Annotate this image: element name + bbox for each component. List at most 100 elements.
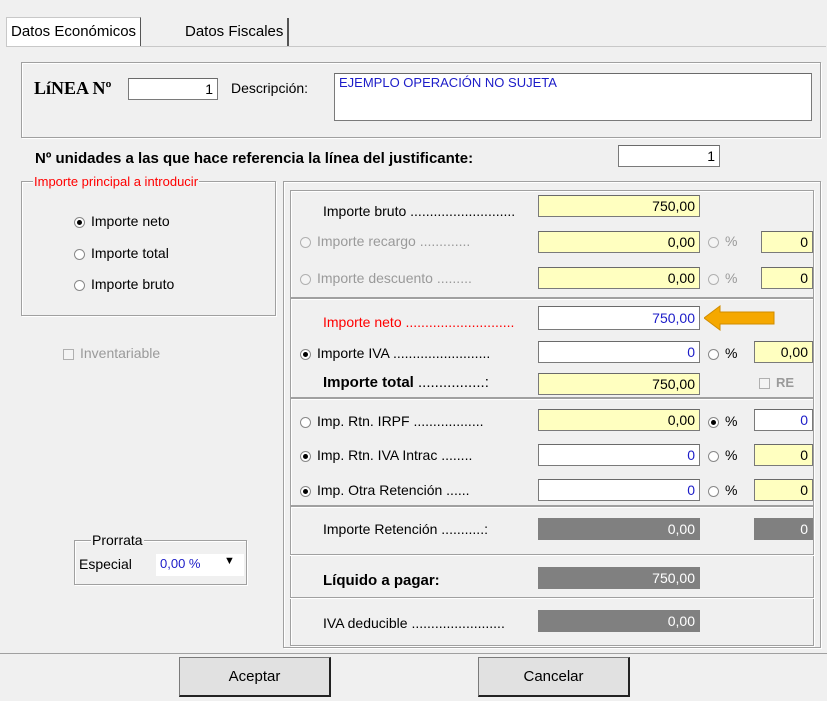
prorrata-select[interactable]: 0,00 % ▼ <box>156 554 244 576</box>
importe-total-label: Importe total ................: <box>323 374 489 391</box>
pct-label: % <box>725 233 738 249</box>
importe-iva-label: Importe IVA <box>317 345 390 361</box>
iva-deducible-text: IVA deducible <box>323 615 408 631</box>
prorrata-legend: Prorrata <box>91 532 144 548</box>
radio-indicator <box>300 416 311 428</box>
radio-iva-pct[interactable]: % <box>708 345 737 361</box>
importe-neto-field[interactable]: 750,00 <box>538 306 700 330</box>
tab-datos-fiscales[interactable]: Datos Fiscales <box>181 18 290 46</box>
importe-neto-text: Importe neto <box>323 314 402 330</box>
radio-rtn-iva-intrac[interactable]: Imp. Rtn. IVA Intrac ........ <box>300 447 472 463</box>
descripcion-field[interactable]: EJEMPLO OPERACIÓN NO SUJETA <box>334 73 812 121</box>
liquido-label: Líquido a pagar: <box>323 572 440 589</box>
radio-indicator <box>708 236 719 248</box>
importe-descuento-label: Importe descuento <box>317 270 433 286</box>
rtn-iva-intrac-label: Imp. Rtn. IVA Intrac <box>317 447 438 463</box>
re-label: RE <box>776 375 795 390</box>
importe-iva-field[interactable]: 0 <box>538 341 700 363</box>
cancelar-button[interactable]: Cancelar <box>478 657 630 697</box>
radio-rtn-irpf[interactable]: Imp. Rtn. IRPF .................. <box>300 413 483 429</box>
unidades-label: Nº unidades a las que hace referencia la… <box>35 150 474 167</box>
importe-recargo-label: Importe recargo <box>317 233 416 249</box>
importe-bruto-label: Importe bruto ..........................… <box>323 203 516 219</box>
radio-intrac-pct[interactable]: % <box>708 447 737 463</box>
intrac-pct-field[interactable]: 0 <box>754 444 813 466</box>
importe-principal-legend: Importe principal a introducir <box>33 174 200 189</box>
radio-indicator <box>708 416 719 428</box>
checkbox-box <box>759 378 770 390</box>
recargo-pct-field[interactable]: 0 <box>761 231 813 253</box>
radio-indicator <box>74 248 85 260</box>
rtn-irpf-label: Imp. Rtn. IRPF <box>317 413 410 429</box>
checkbox-box <box>63 348 74 360</box>
pct-label: % <box>725 447 738 463</box>
radio-indicator <box>300 236 311 248</box>
radio-indicator <box>74 279 85 291</box>
linea-number-field[interactable]: 1 <box>128 78 218 100</box>
radio-indicator <box>74 216 85 228</box>
retencion-pct-field: 0 <box>754 518 813 540</box>
liquido-field: 750,00 <box>538 567 700 589</box>
radio-importe-iva[interactable]: Importe IVA ......................... <box>300 345 490 361</box>
radio-importe-total[interactable]: Importe total <box>74 245 169 261</box>
arrow-left-icon <box>704 305 775 331</box>
importe-total-field[interactable]: 750,00 <box>538 373 700 395</box>
radio-indicator <box>300 485 311 497</box>
aceptar-button[interactable]: Aceptar <box>179 657 331 697</box>
importe-retencion-field: 0,00 <box>538 518 700 540</box>
radio-importe-neto-label: Importe neto <box>91 213 170 229</box>
importe-neto-label: Importe neto ...........................… <box>323 314 515 330</box>
radio-indicator <box>300 273 311 285</box>
importe-recargo-field[interactable]: 0,00 <box>538 231 700 253</box>
inventariable-checkbox[interactable]: Inventariable <box>63 345 160 361</box>
prorrata-especial-label: Especial <box>79 556 132 572</box>
importe-descuento-field[interactable]: 0,00 <box>538 267 700 289</box>
descuento-pct-field[interactable]: 0 <box>761 267 813 289</box>
importe-bruto-text: Importe bruto <box>323 203 407 219</box>
radio-indicator <box>708 450 719 462</box>
radio-importe-recargo[interactable]: Importe recargo ............. <box>300 233 470 249</box>
rtn-irpf-field[interactable]: 0,00 <box>538 409 700 431</box>
radio-importe-bruto[interactable]: Importe bruto <box>74 276 174 292</box>
descripcion-label: Descripción: <box>231 80 309 96</box>
radio-importe-neto[interactable]: Importe neto <box>74 213 170 229</box>
unidades-field[interactable]: 1 <box>618 145 720 167</box>
iva-pct-field[interactable]: 0,00 <box>754 341 813 363</box>
pct-label: % <box>725 482 738 498</box>
re-checkbox[interactable]: RE <box>759 375 794 390</box>
otra-retencion-label: Imp. Otra Retención <box>317 482 443 498</box>
radio-indicator <box>708 348 719 360</box>
importe-bruto-field[interactable]: 750,00 <box>538 195 700 217</box>
radio-indicator <box>708 273 719 285</box>
radio-recargo-pct[interactable]: % <box>708 233 737 249</box>
separator <box>290 597 814 598</box>
radio-otra-retencion[interactable]: Imp. Otra Retención ...... <box>300 482 470 498</box>
radio-importe-descuento[interactable]: Importe descuento ......... <box>300 270 472 286</box>
radio-otra-pct[interactable]: % <box>708 482 737 498</box>
iva-deducible-label: IVA deducible ........................ <box>323 615 505 631</box>
radio-indicator <box>300 348 311 360</box>
chevron-down-icon[interactable]: ▼ <box>224 555 235 567</box>
otra-retencion-field[interactable]: 0 <box>538 479 700 501</box>
irpf-pct-field[interactable]: 0 <box>754 409 813 431</box>
radio-indicator <box>300 450 311 462</box>
pct-label: % <box>725 413 738 429</box>
inventariable-label: Inventariable <box>80 345 161 361</box>
importe-retencion-label: Importe Retención ...........: <box>323 521 488 537</box>
pct-label: % <box>725 270 738 286</box>
radio-importe-total-label: Importe total <box>91 245 169 261</box>
radio-importe-bruto-label: Importe bruto <box>91 276 175 292</box>
radio-irpf-pct[interactable]: % <box>708 413 737 429</box>
prorrata-value: 0,00 % <box>160 556 201 571</box>
importe-total-text: Importe total <box>323 374 414 391</box>
radio-descuento-pct[interactable]: % <box>708 270 737 286</box>
linea-label: LíNEA Nº <box>34 78 112 98</box>
radio-indicator <box>708 485 719 497</box>
tab-datos-economicos[interactable]: Datos Económicos <box>6 17 142 48</box>
rtn-iva-intrac-field[interactable]: 0 <box>538 444 700 466</box>
iva-deducible-field: 0,00 <box>538 610 700 632</box>
otra-pct-field[interactable]: 0 <box>754 479 813 501</box>
importe-retencion-text: Importe Retención <box>323 521 438 537</box>
bottom-separator <box>0 653 827 654</box>
pct-label: % <box>725 345 738 361</box>
